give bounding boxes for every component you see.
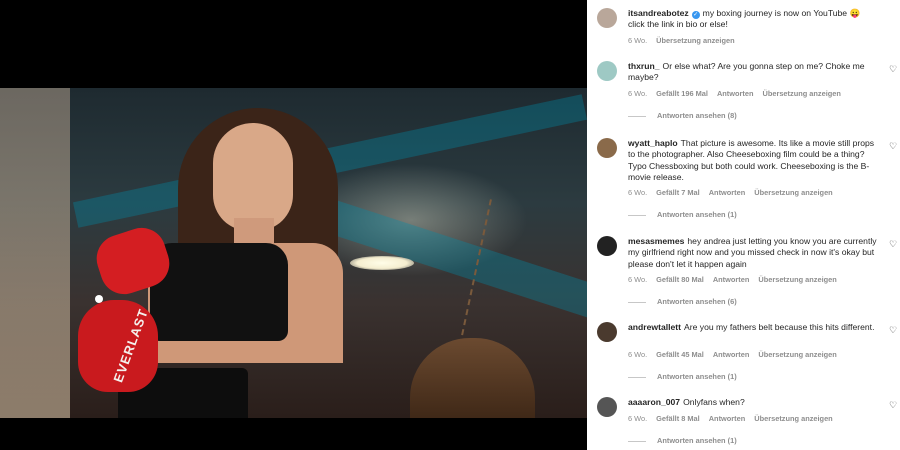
comment-meta: 6 Wo. Gefällt 8 Mal Antworten Übersetzung a…	[628, 414, 842, 423]
translate-button[interactable]: Übersetzung anzeigen	[754, 188, 832, 197]
comment-age[interactable]: 6 Wo.	[628, 350, 647, 359]
view-replies-button[interactable]: Antworten ansehen (1)	[628, 372, 737, 381]
avatar[interactable]	[597, 61, 617, 81]
heart-icon[interactable]: ♡	[889, 325, 897, 336]
heart-icon[interactable]: ♡	[889, 141, 897, 152]
heart-icon[interactable]: ♡	[889, 400, 897, 411]
reply-button[interactable]: Antworten	[709, 414, 746, 423]
heart-icon[interactable]: ♡	[889, 239, 897, 250]
comment-username[interactable]: andrewtallett	[628, 322, 681, 332]
translate-button[interactable]: Übersetzung anzeigen	[758, 275, 836, 284]
translate-button[interactable]: Übersetzung anzeigen	[762, 89, 840, 98]
translate-button[interactable]: Übersetzung anzeigen	[758, 350, 836, 359]
comment-username[interactable]: aaaaron_007	[628, 397, 680, 407]
punching-bag	[410, 338, 535, 418]
reply-button[interactable]: Antworten	[709, 188, 746, 197]
comment-likes[interactable]: Gefällt 8 Mal	[656, 414, 700, 423]
avatar[interactable]	[597, 397, 617, 417]
comment-likes[interactable]: Gefällt 45 Mal	[656, 350, 704, 359]
comment-age[interactable]: 6 Wo.	[628, 414, 647, 423]
comment-age[interactable]: 6 Wo.	[628, 188, 647, 197]
post-photo[interactable]: EVERLAST	[0, 88, 587, 418]
comment-text: Or else what? Are you gonna step on me? …	[628, 61, 865, 83]
comment-age[interactable]: 6 Wo.	[628, 89, 647, 98]
person-top	[150, 243, 288, 341]
comment-username[interactable]: thxrun_	[628, 61, 660, 71]
post-media[interactable]: EVERLAST	[0, 0, 587, 450]
view-replies-button[interactable]: Antworten ansehen (1)	[628, 210, 737, 219]
caption-translate[interactable]: Übersetzung anzeigen	[656, 36, 734, 45]
comment-username[interactable]: mesasmemes	[628, 236, 684, 246]
comment-text: Are you my fathers belt because this hit…	[684, 322, 875, 332]
comment-age[interactable]: 6 Wo.	[628, 275, 647, 284]
comment-meta: 6 Wo. Gefällt 45 Mal Antworten Übersetzung …	[628, 350, 846, 359]
translate-button[interactable]: Übersetzung anzeigen	[754, 414, 832, 423]
heart-icon[interactable]: ♡	[889, 64, 897, 75]
comment-meta: 6 Wo. Gefällt 7 Mal Antworten Übersetzung a…	[628, 188, 842, 197]
view-replies-button[interactable]: Antworten ansehen (1)	[628, 436, 737, 445]
comment-username[interactable]: wyatt_haplo	[628, 138, 678, 148]
avatar[interactable]	[597, 322, 617, 342]
comments-panel[interactable]: itsandreabotez ✓ my boxing journey is now …	[587, 0, 900, 450]
comment-meta: 6 Wo. Gefällt 80 Mal Antworten Übersetzung …	[628, 275, 846, 284]
verified-badge-icon: ✓	[691, 11, 700, 19]
reply-button[interactable]: Antworten	[713, 275, 750, 284]
comment-likes[interactable]: Gefällt 7 Mal	[656, 188, 700, 197]
comment-likes[interactable]: Gefällt 196 Mal	[656, 89, 708, 98]
comment-text: Onlyfans when?	[683, 397, 745, 407]
comment-likes[interactable]: Gefällt 80 Mal	[656, 275, 704, 284]
reply-button[interactable]: Antworten	[713, 350, 750, 359]
caption-meta: 6 Wo. Übersetzung anzeigen	[628, 36, 744, 45]
gym-wall	[0, 88, 70, 418]
avatar[interactable]	[597, 138, 617, 158]
comment-meta: 6 Wo. Gefällt 196 Mal Antworten Übersetzung…	[628, 89, 850, 98]
avatar[interactable]	[597, 236, 617, 256]
caption-username[interactable]: itsandreabotez	[628, 8, 689, 18]
view-replies-button[interactable]: Antworten ansehen (6)	[628, 297, 737, 306]
avatar[interactable]	[597, 8, 617, 28]
view-replies-button[interactable]: Antworten ansehen (8)	[628, 111, 737, 120]
ceiling-light	[350, 256, 414, 270]
ceiling-stripe	[302, 192, 587, 318]
caption-age[interactable]: 6 Wo.	[628, 36, 647, 45]
reply-button[interactable]: Antworten	[717, 89, 754, 98]
person-face	[213, 123, 293, 231]
